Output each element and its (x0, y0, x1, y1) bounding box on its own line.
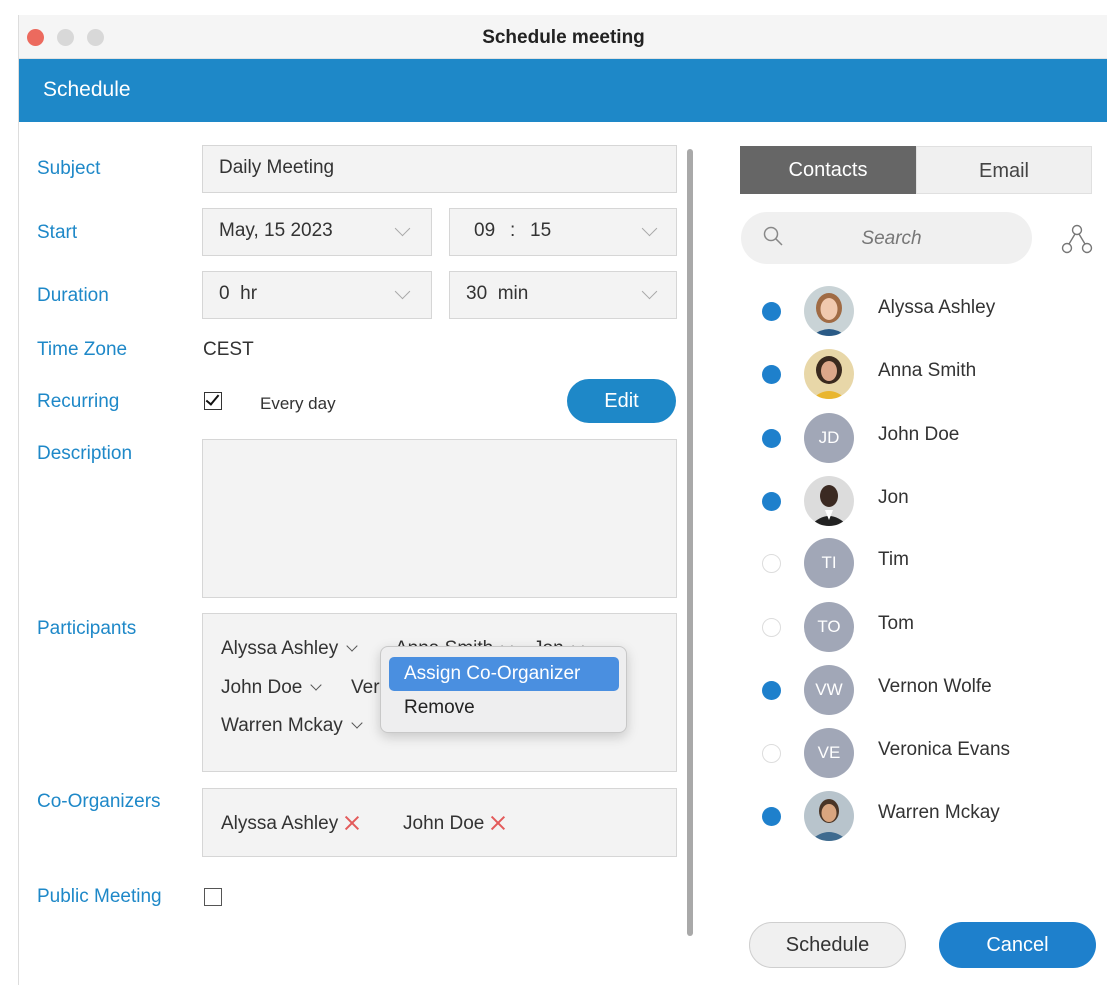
contact-name: Vernon Wolfe (878, 676, 992, 697)
start-minute-value: 15 (530, 220, 552, 241)
edit-recurrence-button[interactable]: Edit (567, 379, 676, 423)
participants-label: Participants (37, 618, 137, 639)
participant-chip[interactable]: Warren Mckay (221, 715, 363, 737)
timezone-value: CEST (203, 339, 254, 360)
contact-item-alyssa-ashley[interactable]: Alyssa Ashley (759, 284, 1099, 336)
contact-item-tom[interactable]: TO Tom (759, 600, 1099, 652)
start-date-value: May, 15 2023 (219, 220, 333, 241)
remove-icon[interactable] (344, 815, 360, 831)
selected-dot[interactable] (762, 492, 781, 511)
participant-context-menu: Assign Co-Organizer Remove (380, 646, 627, 733)
start-label: Start (37, 222, 78, 243)
tab-contacts[interactable]: Contacts (740, 146, 916, 194)
contact-name: Veronica Evans (878, 739, 1011, 760)
form-scrollbar[interactable] (687, 149, 693, 936)
cancel-button[interactable]: Cancel (939, 922, 1096, 968)
recurring-checkbox[interactable] (204, 391, 222, 410)
chevron-down-icon (394, 283, 411, 300)
avatar: VE (804, 728, 854, 778)
avatar (804, 791, 854, 841)
avatar: JD (804, 413, 854, 463)
avatar: VW (804, 665, 854, 715)
public-meeting-label: Public Meeting (37, 886, 162, 907)
participant-chip[interactable]: John Doe (221, 677, 323, 699)
contact-item-anna-smith[interactable]: Anna Smith (759, 347, 1099, 399)
participant-chip[interactable]: Ver (351, 677, 380, 699)
duration-minutes-value: 30 min (466, 283, 529, 304)
avatar (804, 349, 854, 399)
start-time-select[interactable]: 09 : 15 (449, 208, 677, 256)
contact-name: Warren Mckay (878, 802, 1000, 823)
contact-name: Tom (878, 613, 914, 634)
contact-name: John Doe (878, 424, 960, 445)
contact-name: Jon (878, 487, 909, 508)
selected-dot[interactable] (762, 807, 781, 826)
subject-input[interactable]: Daily Meeting (202, 145, 677, 193)
time-separator: : (510, 220, 516, 241)
checkmark-icon (205, 391, 220, 406)
description-textarea[interactable] (202, 439, 677, 598)
contact-item-tim[interactable]: TI Tim (759, 536, 1099, 588)
chevron-down-icon (351, 717, 363, 729)
contact-item-veronica-evans[interactable]: VE Veronica Evans (759, 726, 1099, 778)
contact-item-john-doe[interactable]: JD John Doe (759, 411, 1099, 463)
duration-hours-select[interactable]: 0 hr (202, 271, 432, 319)
avatar: TI (804, 538, 854, 588)
participant-chip[interactable]: Alyssa Ashley (221, 638, 358, 660)
contact-search-input[interactable]: Search (741, 212, 1032, 264)
contact-name: Anna Smith (878, 360, 977, 381)
schedule-meeting-window: Schedule meeting Schedule Subject Daily … (18, 15, 1107, 985)
selected-dot[interactable] (762, 681, 781, 700)
coorganizer-chip: John Doe (403, 813, 506, 835)
duration-label: Duration (37, 285, 109, 306)
desktop-background (0, 0, 18, 985)
header-bar: Schedule (19, 59, 1107, 122)
public-meeting-checkbox[interactable] (204, 888, 222, 906)
unselected-dot[interactable] (762, 554, 781, 573)
duration-minutes-select[interactable]: 30 min (449, 271, 677, 319)
start-hour-value: 09 (474, 220, 496, 241)
page-title: Schedule (43, 78, 131, 101)
contact-item-warren-mckay[interactable]: Warren Mckay (759, 789, 1099, 841)
tab-email[interactable]: Email (916, 146, 1092, 194)
avatar (804, 476, 854, 526)
duration-hours-value: 0 hr (219, 283, 258, 304)
avatar: TO (804, 602, 854, 652)
avatar (804, 286, 854, 336)
schedule-button[interactable]: Schedule (749, 922, 906, 968)
timezone-label: Time Zone (37, 339, 128, 360)
start-date-select[interactable]: May, 15 2023 (202, 208, 432, 256)
remove-icon[interactable] (490, 815, 506, 831)
title-bar: Schedule meeting (19, 15, 1107, 59)
chevron-down-icon (641, 283, 658, 300)
coorganizer-chip: Alyssa Ashley (221, 813, 360, 835)
description-label: Description (37, 443, 133, 464)
contact-item-jon[interactable]: Jon (759, 474, 1099, 526)
subject-label: Subject (37, 158, 101, 179)
window-title: Schedule meeting (482, 27, 645, 48)
unselected-dot[interactable] (762, 744, 781, 763)
recurring-text: Every day (260, 394, 336, 413)
coorganizers-label: Co-Organizers (37, 791, 161, 812)
chevron-down-icon (346, 640, 358, 652)
chevron-down-icon (641, 220, 658, 237)
chevron-down-icon (310, 679, 323, 691)
selected-dot[interactable] (762, 429, 781, 448)
menu-item-assign-co-organizer[interactable]: Assign Co-Organizer (389, 657, 619, 691)
group-icon[interactable] (1059, 222, 1095, 258)
selected-dot[interactable] (762, 302, 781, 321)
search-placeholder: Search (861, 228, 922, 249)
unselected-dot[interactable] (762, 618, 781, 637)
contact-name: Tim (878, 549, 909, 570)
subject-value: Daily Meeting (219, 157, 335, 178)
chevron-down-icon (394, 220, 411, 237)
contact-name: Alyssa Ashley (878, 297, 996, 318)
menu-item-remove[interactable]: Remove (389, 691, 619, 725)
recurring-label: Recurring (37, 391, 120, 412)
selected-dot[interactable] (762, 365, 781, 384)
contact-item-vernon-wolfe[interactable]: VW Vernon Wolfe (759, 663, 1099, 715)
coorganizers-box: Alyssa Ashley John Doe (202, 788, 677, 857)
